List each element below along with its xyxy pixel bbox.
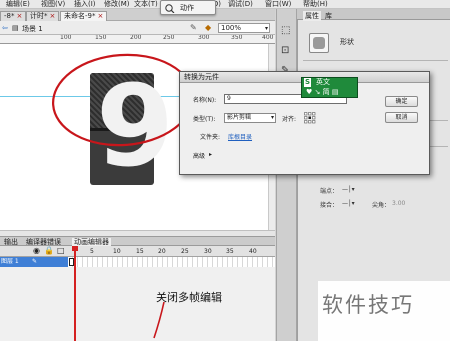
cap-select[interactable]: —│▾ — [342, 186, 355, 193]
ruler-label: 150 — [95, 35, 107, 41]
ruler-label: 250 — [163, 35, 175, 41]
cap-label: 端点： — [320, 188, 339, 195]
zoom-value: 100% — [221, 24, 242, 32]
doc-tab-label: -8* — [4, 12, 15, 20]
ime-toolbar: S 英文 ♥ ↘ 简 ▤ — [301, 77, 358, 98]
ime-logo: S — [304, 78, 312, 87]
ruler-label: 350 — [231, 35, 243, 41]
ime-icons[interactable]: ♥ ↘ 简 ▤ — [306, 88, 338, 97]
miter-value[interactable]: 3.00 — [392, 200, 405, 207]
folder-link[interactable]: 库根目录 — [228, 132, 252, 141]
timeline-empty-area — [0, 267, 275, 341]
ruler-label: 400 — [262, 35, 274, 41]
annotation-arrow — [153, 301, 165, 339]
frame-number: 20 — [158, 248, 166, 255]
menu-help[interactable]: 帮助(H) — [303, 0, 328, 9]
timeline-header: ◉ 🔒 □ 5 10 15 20 25 30 35 40 — [0, 246, 275, 257]
miter-label: 尖角： — [372, 202, 391, 209]
scene-icon: ▤ — [12, 24, 19, 32]
chevron-right-icon[interactable]: ▸ — [209, 151, 212, 158]
join-label: 接合： — [320, 202, 339, 209]
ruler-label: 200 — [130, 35, 142, 41]
doc-tab-1[interactable]: -8* × — [0, 11, 27, 21]
ok-button[interactable]: 确定 — [385, 96, 418, 107]
close-icon[interactable]: × — [50, 12, 56, 20]
document-tab-bar: -8* × 计时* × 未命名-9* × — [0, 9, 275, 21]
frame-number: 30 — [204, 248, 212, 255]
cancel-button[interactable]: 取消 — [385, 112, 418, 123]
edit-scene-icon[interactable]: ✎ — [190, 23, 197, 32]
menu-insert[interactable]: 插入(I) — [74, 0, 96, 9]
menu-view[interactable]: 视图(V) — [41, 0, 65, 9]
registration-grid-icon[interactable] — [304, 112, 316, 124]
frame-number: 10 — [113, 248, 121, 255]
type-value: 影片剪辑 — [227, 114, 252, 121]
join-select[interactable]: —│▾ — [342, 200, 355, 207]
type-label: 类型(T): — [193, 116, 216, 123]
tab-motion-editor[interactable]: 动画编辑器 — [72, 238, 111, 246]
layer-row[interactable]: 图层 1 ✎ — [0, 257, 275, 267]
align-label: 对齐: — [282, 116, 297, 123]
tab-compiler-errors[interactable]: 编译器错误 — [26, 238, 61, 246]
menu-edit[interactable]: 编辑(E) — [6, 0, 30, 9]
timeline-tab-bar: 输出 编译器错误 动画编辑器 — [0, 236, 275, 246]
menu-modify[interactable]: 修改(M) — [104, 0, 130, 9]
lock-icon[interactable]: 🔒 — [44, 247, 54, 255]
frame-number: 40 — [249, 248, 257, 255]
horizontal-ruler: 100 150 200 250 300 350 400 — [0, 35, 275, 44]
tab-output[interactable]: 输出 — [4, 238, 18, 246]
close-icon[interactable]: × — [97, 12, 103, 20]
doc-tab-label: 未命名-9* — [64, 12, 96, 20]
menu-window[interactable]: 窗口(W) — [265, 0, 291, 9]
layer-name: 图层 1 — [1, 258, 19, 265]
free-transform-icon[interactable]: ⊡ — [281, 45, 289, 56]
tab-library[interactable]: 库 — [325, 11, 332, 21]
advanced-toggle[interactable]: 高级 — [193, 151, 205, 160]
selection-tool-icon[interactable]: ⬚ — [281, 25, 290, 36]
name-value: 9 — [227, 95, 231, 102]
menu-debug[interactable]: 调试(D) — [228, 0, 253, 9]
playhead[interactable] — [74, 246, 76, 341]
tool-strip: ⬚ ⊡ ✎ — [276, 9, 297, 341]
ime-language[interactable]: 英文 — [316, 78, 330, 87]
frame-number: 25 — [181, 248, 189, 255]
layer-name-cell[interactable]: 图层 1 ✎ — [0, 257, 68, 267]
eye-icon[interactable]: ◉ — [33, 247, 40, 255]
back-arrow-icon[interactable]: ⇦ — [2, 24, 8, 32]
frame-number: 35 — [226, 248, 234, 255]
edit-symbols-icon[interactable]: ◆ — [205, 23, 211, 32]
item-type-label: 形状 — [340, 38, 354, 46]
properties-tabs: 属性 库 — [297, 9, 450, 21]
ruler-label: 100 — [60, 35, 72, 41]
frame-number: 5 — [90, 248, 94, 255]
actions-icon — [165, 4, 175, 13]
playhead-handle[interactable] — [72, 246, 78, 251]
outline-icon[interactable]: □ — [57, 247, 65, 255]
menu-bar: 编辑(E) 视图(V) 插入(I) 修改(M) 文本(T) 控制(O) 调试(D… — [0, 0, 450, 9]
watermark-text: 软件技巧 — [322, 293, 414, 317]
pencil-icon: ✎ — [32, 258, 38, 265]
ruler-label: 300 — [198, 35, 210, 41]
doc-tab-2[interactable]: 计时* × — [26, 11, 60, 21]
actions-label: 动作 — [180, 4, 194, 12]
menu-text[interactable]: 文本(T) — [134, 0, 158, 9]
zoom-select[interactable]: 100% ▾ — [218, 23, 270, 33]
close-icon[interactable]: × — [16, 12, 22, 20]
chevron-down-icon: ▾ — [270, 114, 274, 121]
dialog-title: 转换为元件 — [184, 73, 219, 81]
tab-properties[interactable]: 属性 — [303, 11, 321, 21]
scene-label: 场景 1 — [22, 25, 43, 33]
frame-number: 15 — [136, 248, 144, 255]
frame-cells[interactable] — [68, 257, 275, 267]
folder-label: 文件夹: — [200, 134, 221, 141]
shape-icon — [309, 33, 329, 53]
name-label: 名称(N): — [193, 97, 217, 104]
chevron-down-icon: ▾ — [264, 25, 268, 32]
doc-tab-label: 计时* — [30, 12, 48, 20]
doc-tab-3[interactable]: 未命名-9* × — [60, 11, 108, 21]
scene-bar: ⇦ ▤ 场景 1 ✎ ◆ 100% ▾ — [0, 21, 275, 35]
actions-button[interactable]: 动作 — [160, 0, 216, 15]
type-select[interactable]: 影片剪辑 ▾ — [224, 113, 276, 123]
